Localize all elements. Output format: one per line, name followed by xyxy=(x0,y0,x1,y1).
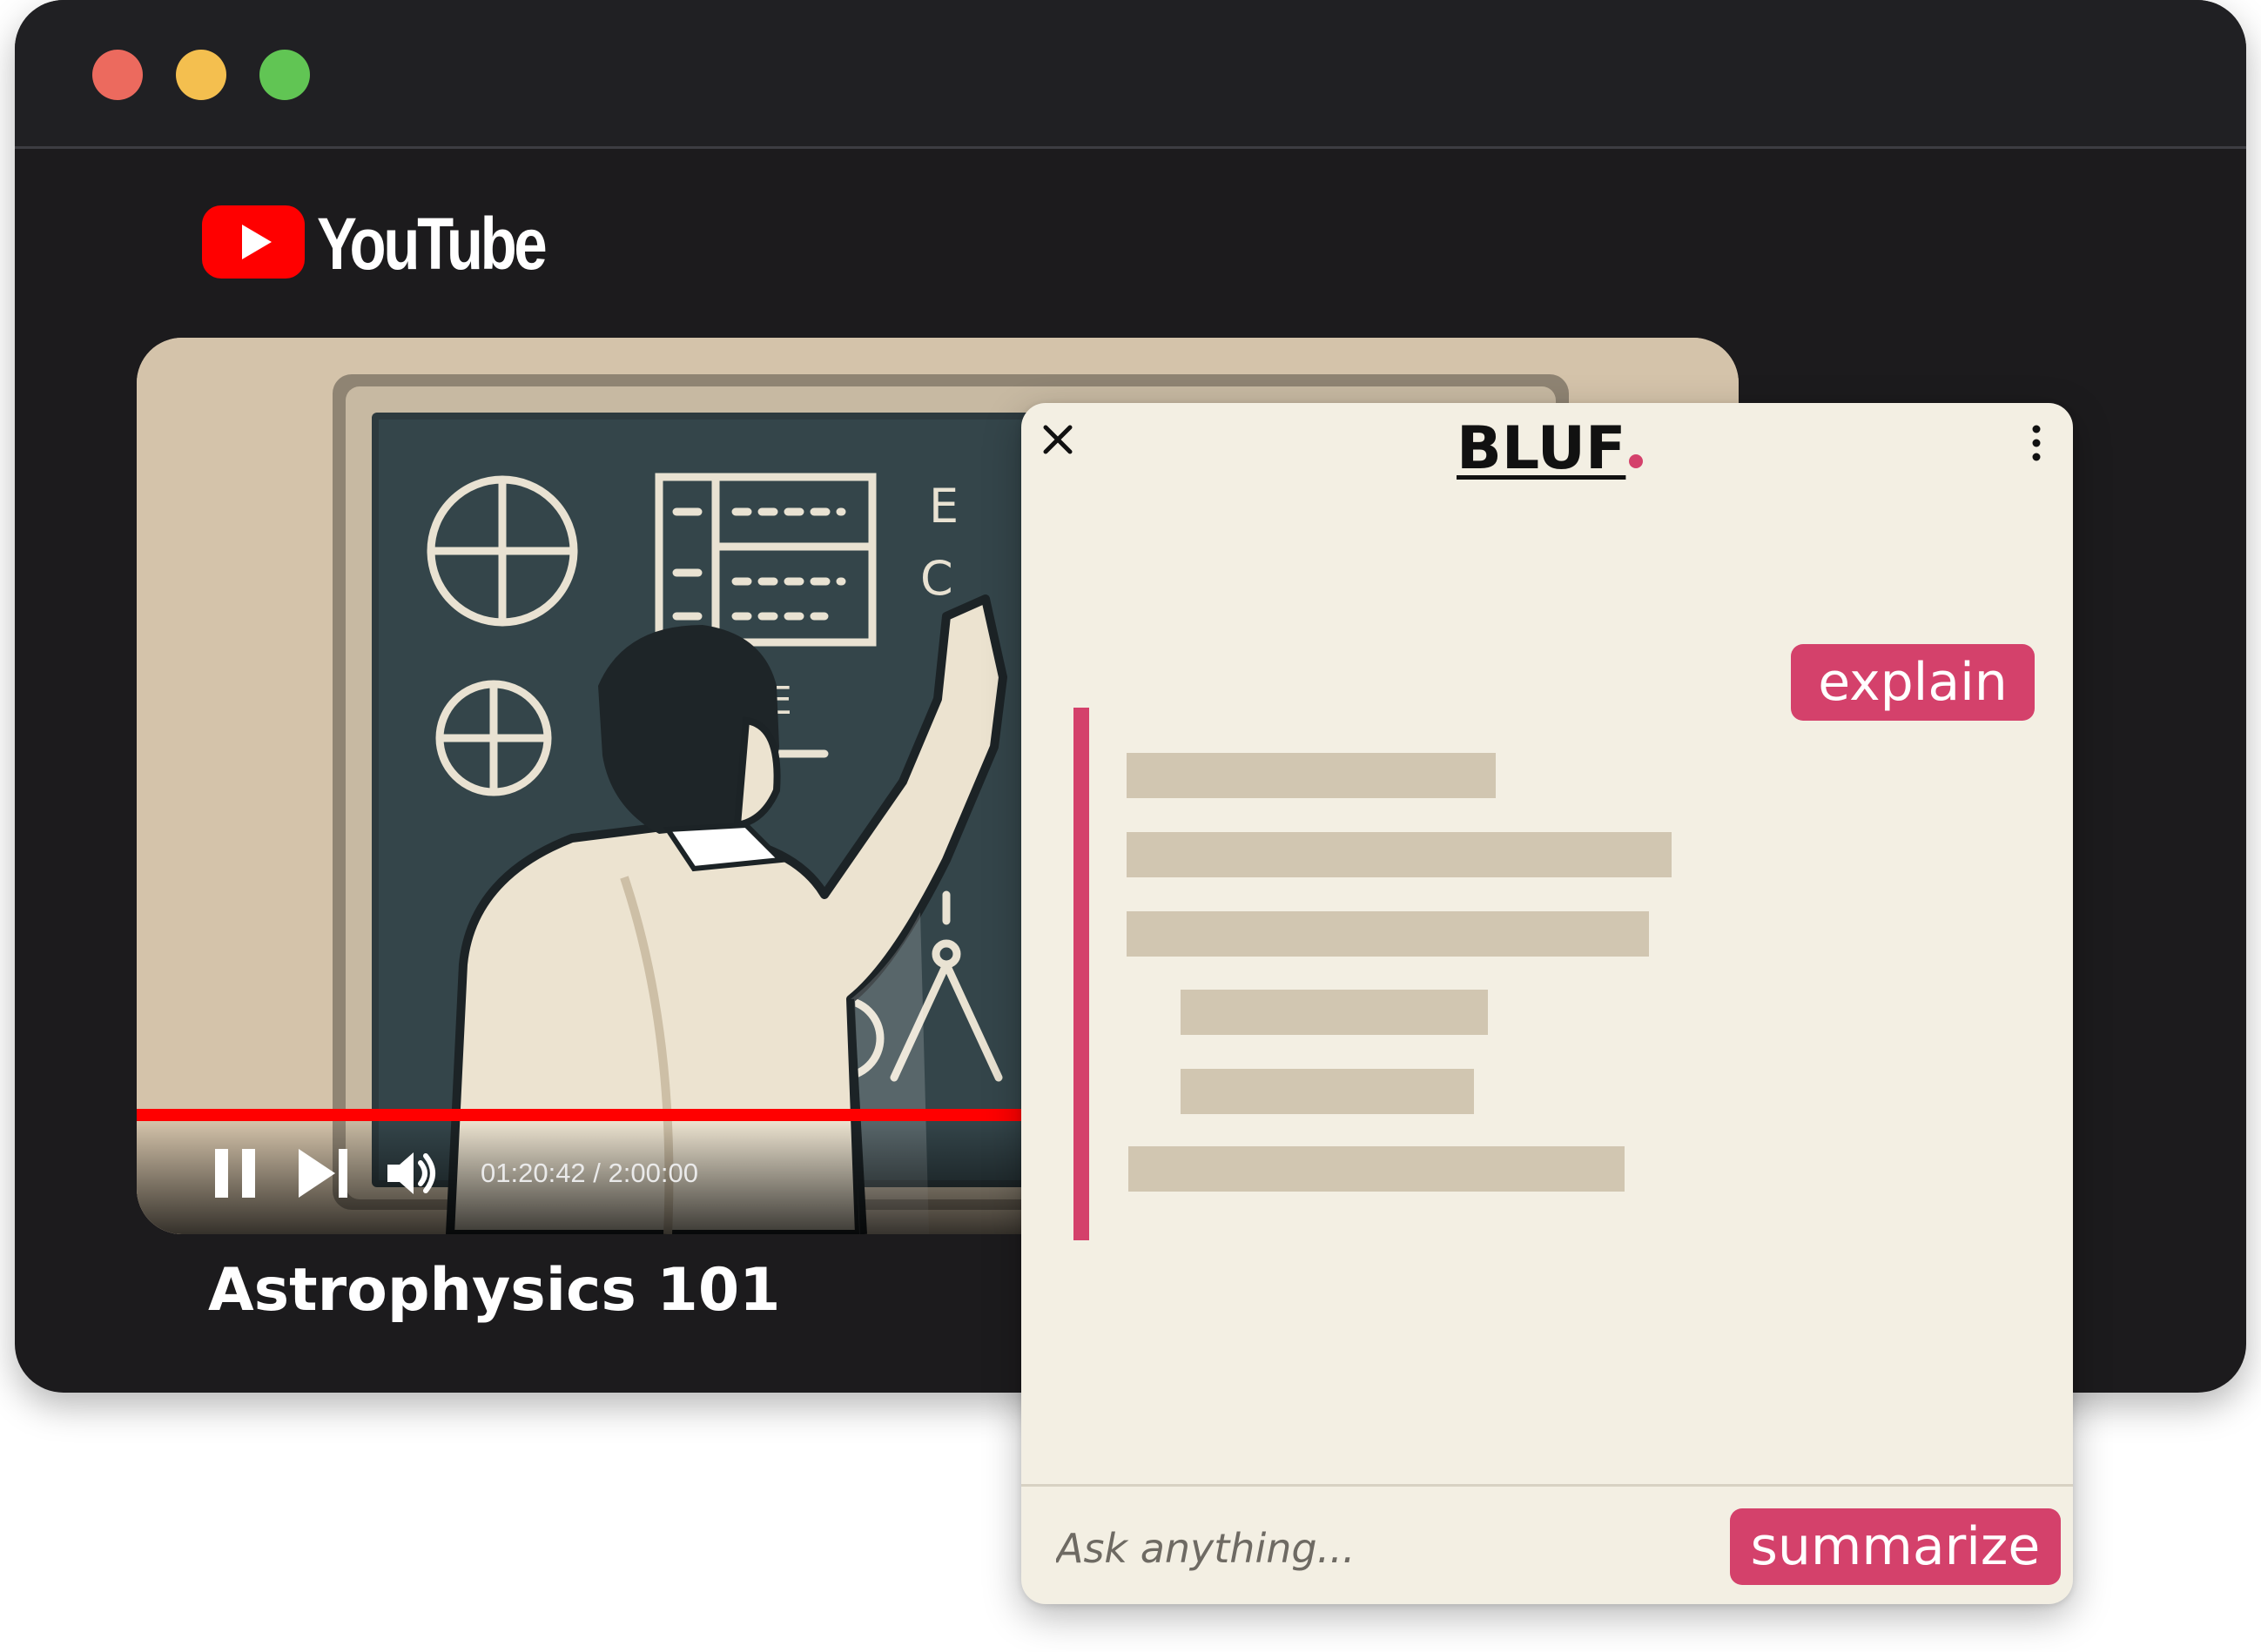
skeleton-line xyxy=(1181,1069,1474,1114)
video-title: Astrophysics 101 xyxy=(208,1256,781,1325)
bluf-panel: BLUF explain summarize xyxy=(1021,403,2073,1604)
summarize-button[interactable]: summarize xyxy=(1730,1508,2061,1585)
time-display: 01:20:42 / 2:00:00 xyxy=(481,1158,698,1188)
youtube-wordmark: YouTube xyxy=(317,203,548,285)
skeleton-line xyxy=(1127,832,1672,877)
close-window-button[interactable] xyxy=(92,50,143,100)
ask-input[interactable] xyxy=(1056,1510,1665,1587)
brand-dot xyxy=(1629,454,1644,468)
volume-icon[interactable] xyxy=(384,1147,436,1199)
pause-icon[interactable] xyxy=(215,1149,255,1198)
skip-next-icon[interactable] xyxy=(299,1149,349,1198)
skeleton-line xyxy=(1128,1146,1625,1192)
bluf-wordmark: BLUF xyxy=(1457,414,1626,483)
explain-button[interactable]: explain xyxy=(1791,644,2035,721)
footer-divider xyxy=(1021,1484,2073,1487)
svg-text:E: E xyxy=(929,479,959,534)
bluf-logo: BLUF xyxy=(1457,410,1644,488)
youtube-play-icon xyxy=(202,205,305,279)
maximize-window-button[interactable] xyxy=(259,50,310,100)
response-accent-bar xyxy=(1073,708,1089,1240)
close-icon[interactable] xyxy=(1040,422,1075,457)
more-vertical-icon[interactable] xyxy=(2021,424,2052,462)
svg-text:C: C xyxy=(920,551,953,606)
skeleton-line xyxy=(1127,753,1496,798)
skeleton-line xyxy=(1181,990,1488,1035)
minimize-window-button[interactable] xyxy=(176,50,226,100)
skeleton-line xyxy=(1127,911,1649,957)
youtube-logo[interactable]: YouTube xyxy=(202,200,550,287)
title-bar xyxy=(15,0,2246,149)
